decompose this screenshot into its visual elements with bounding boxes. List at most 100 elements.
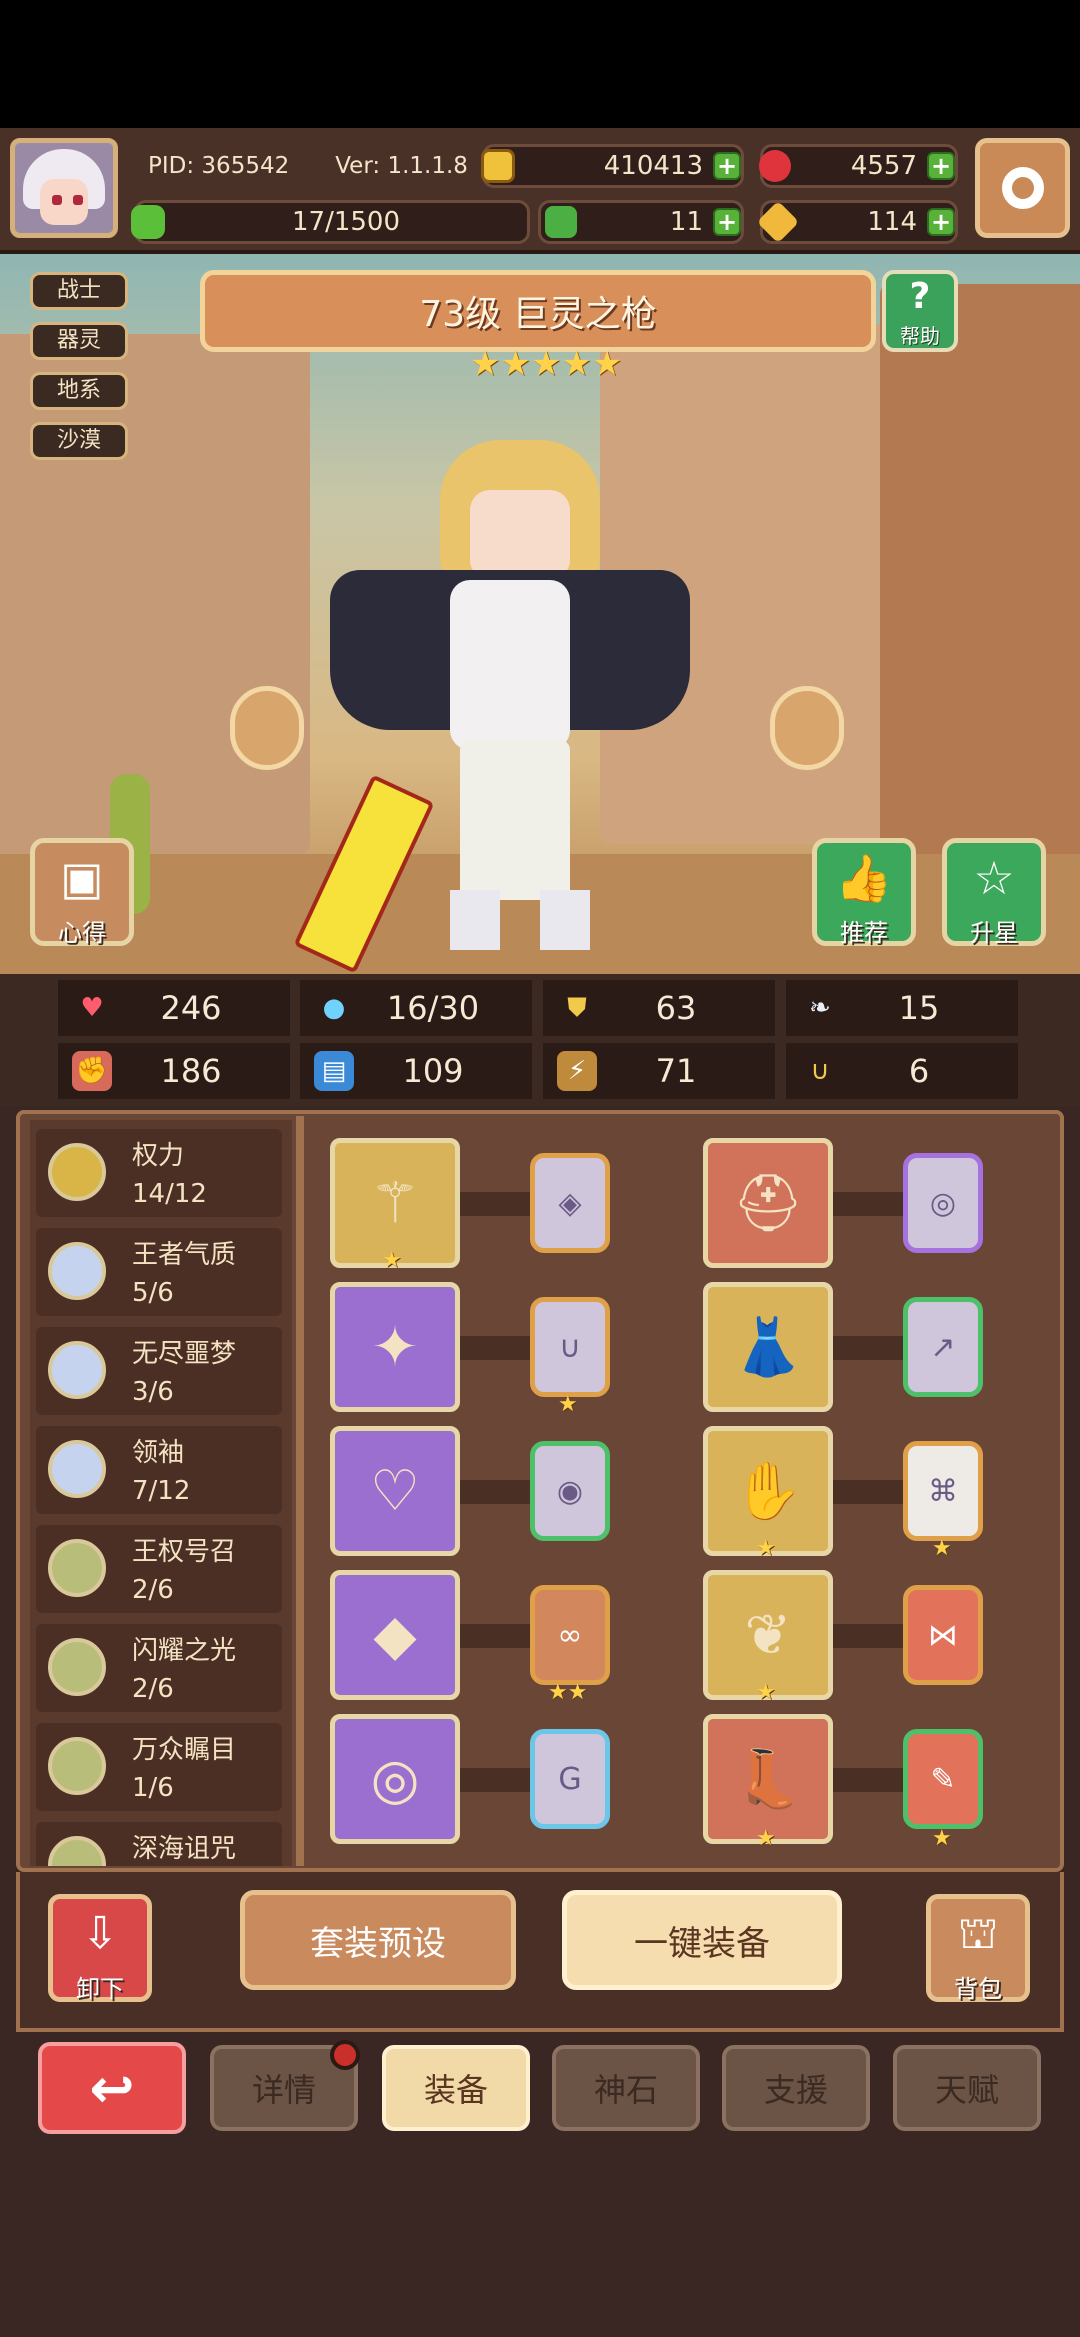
back-button[interactable]: ↩ xyxy=(38,2042,186,2134)
tag-type[interactable]: 器灵 xyxy=(30,322,128,360)
set-coin-icon xyxy=(48,1341,106,1399)
key-counter: 114 + xyxy=(756,200,958,244)
set-coin-icon xyxy=(48,1242,106,1300)
tab-stone[interactable]: 神石 xyxy=(552,2045,700,2131)
tag-element[interactable]: 地系 xyxy=(30,372,128,410)
glove-icon: ✋ xyxy=(733,1459,803,1524)
set-item[interactable]: 万众瞩目 1/6 xyxy=(36,1723,282,1811)
ring-icon: ◎ xyxy=(370,1746,420,1812)
gem-slot[interactable]: ∞ xyxy=(530,1585,610,1685)
gem-slot[interactable]: ◉ xyxy=(530,1441,610,1541)
gem-slot[interactable]: ⌘ xyxy=(903,1441,983,1541)
scepter-icon: ⚚ xyxy=(369,1170,421,1236)
rune-icon: ∪ xyxy=(559,1329,581,1365)
gold-counter: 410413 + xyxy=(481,144,744,188)
tab-talent[interactable]: 天赋 xyxy=(893,2045,1041,2131)
add-clover-button[interactable]: + xyxy=(713,208,741,236)
equip-slot-ring[interactable]: ◎ xyxy=(330,1714,460,1844)
add-key-button[interactable]: + xyxy=(927,208,955,236)
tag-terrain[interactable]: 沙漠 xyxy=(30,422,128,460)
diamond-icon: ◆ xyxy=(373,1602,417,1668)
stamina-bar: 17/1500 xyxy=(131,200,530,244)
arrow-down-icon: ⇩ xyxy=(81,1908,119,1959)
equip-slot-necklace[interactable]: ♡ xyxy=(330,1426,460,1556)
help-button[interactable]: ? 帮助 xyxy=(882,270,958,352)
star-icon: ★ xyxy=(756,1826,776,1851)
settings-button[interactable] xyxy=(975,138,1070,238)
equip-slot-boots[interactable]: 👢 xyxy=(703,1714,833,1844)
gem-slot[interactable]: ◈ xyxy=(530,1153,610,1253)
recommend-button[interactable]: 👍 推荐 xyxy=(812,838,916,947)
rune-icon: ✎ xyxy=(930,1761,956,1797)
star-icon: ★ xyxy=(932,1536,952,1561)
action-bar xyxy=(16,1872,1064,2032)
hero-title: 73级 巨灵之枪 xyxy=(419,294,657,335)
backpack-icon: ⛫ xyxy=(957,1908,999,1959)
set-coin-icon xyxy=(48,1836,106,1866)
heart-icon: ♥ xyxy=(80,993,104,1023)
set-item[interactable]: 王者气质 5/6 xyxy=(36,1228,282,1316)
gem-counter: 4557 + xyxy=(759,144,958,188)
equip-all-button[interactable]: 一键装备 xyxy=(562,1890,842,1990)
gem-slot[interactable]: ◎ xyxy=(903,1153,983,1253)
add-gold-button[interactable]: + xyxy=(713,152,741,180)
equip-slot-armor[interactable]: 👗 xyxy=(703,1282,833,1412)
hero-character xyxy=(330,440,690,960)
star-icon: ★ xyxy=(756,1536,776,1561)
question-icon: ? xyxy=(909,276,931,317)
add-gems-button[interactable]: + xyxy=(927,152,955,180)
set-item[interactable]: 王权号召 2/6 xyxy=(36,1525,282,1613)
wing-icon: ❧ xyxy=(809,993,831,1023)
gem-slot[interactable]: G xyxy=(530,1729,610,1829)
notebook-icon: ▣ xyxy=(60,851,104,905)
tips-button[interactable]: ▣ 心得 xyxy=(30,838,134,947)
notification-dot xyxy=(330,2040,360,2070)
gem-slot[interactable]: ✎ xyxy=(903,1729,983,1829)
star-icon: ★ xyxy=(932,1826,952,1851)
hero-stars: ★★★★★ xyxy=(470,344,623,384)
equip-slot-jewel[interactable]: ◆ xyxy=(330,1570,460,1700)
tab-support[interactable]: 支援 xyxy=(722,2045,870,2131)
gem-slot[interactable]: ⋈ xyxy=(903,1585,983,1685)
set-item[interactable]: 无尽噩梦 3/6 xyxy=(36,1327,282,1415)
tag-class[interactable]: 战士 xyxy=(30,272,128,310)
belt-icon: ❦ xyxy=(744,1602,792,1668)
bag-button[interactable]: ⛫ 背包 xyxy=(926,1894,1030,2003)
avatar[interactable] xyxy=(10,138,118,238)
set-bonus-list[interactable]: 权力 14/12 王者气质 5/6 无尽噩梦 3/6 领袖 7/12 王权号召 … xyxy=(30,1120,292,1866)
set-coin-icon xyxy=(48,1539,106,1597)
set-item[interactable]: 闪耀之光 2/6 xyxy=(36,1624,282,1712)
stat-speed: ❧ 15 xyxy=(786,980,1018,1036)
tab-equip[interactable]: 装备 xyxy=(382,2045,530,2131)
horseshoe-icon: ∪ xyxy=(810,1056,830,1086)
equip-slot-amulet[interactable]: ✦ xyxy=(330,1282,460,1412)
stat-defense: ⛊ 63 xyxy=(543,980,775,1036)
rune-icon: ∞ xyxy=(557,1617,583,1653)
set-preset-button[interactable]: 套装预设 xyxy=(240,1890,516,1990)
rune-icon: G xyxy=(558,1761,582,1797)
rune-icon: ◈ xyxy=(558,1185,582,1221)
left-orb xyxy=(230,686,304,770)
rune-icon: ◉ xyxy=(556,1473,584,1509)
ruby-icon xyxy=(759,150,791,182)
top-bar: PID: 365542 Ver: 1.1.1.8 410413 + 4557 +… xyxy=(0,128,1080,254)
leaf-icon xyxy=(545,206,577,238)
set-item[interactable]: 权力 14/12 xyxy=(36,1129,282,1217)
gem-slot[interactable]: ↗ xyxy=(903,1297,983,1397)
fist-icon: ✊ xyxy=(72,1051,112,1091)
shield-icon: ⛊ xyxy=(567,992,587,1023)
hero-title-banner: 73级 巨灵之枪 xyxy=(200,270,876,352)
star-icon: ★ xyxy=(382,1248,402,1273)
return-arrow-icon: ↩ xyxy=(89,2056,135,2120)
star-icon: ★ xyxy=(558,1392,578,1417)
set-item[interactable]: 领袖 7/12 xyxy=(36,1426,282,1514)
gem-slot[interactable]: ∪ xyxy=(530,1297,610,1397)
clover-counter: 11 + xyxy=(538,200,744,244)
boots-icon: 👢 xyxy=(733,1747,803,1812)
stat-attack: ✊ 186 xyxy=(58,1043,290,1099)
set-item[interactable]: 深海诅咒 xyxy=(36,1822,282,1866)
unequip-button[interactable]: ⇩ 卸下 xyxy=(48,1894,152,2003)
upstar-button[interactable]: ☆ 升星 xyxy=(942,838,1046,947)
rune-icon: ⋈ xyxy=(928,1617,958,1653)
equip-slot-helmet[interactable]: ⛑ xyxy=(703,1138,833,1268)
